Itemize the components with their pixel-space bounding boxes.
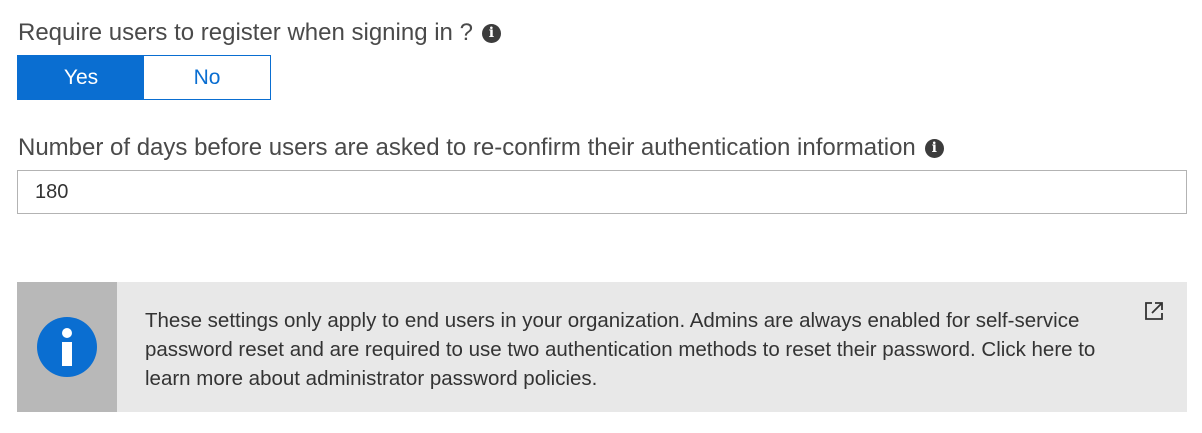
reconfirm-days-input[interactable] (17, 170, 1187, 214)
banner-icon-area (17, 282, 117, 412)
banner-text[interactable]: These settings only apply to end users i… (117, 282, 1105, 412)
reconfirm-setting-label: Number of days before users are asked to… (18, 134, 916, 161)
reconfirm-setting-label-row: Number of days before users are asked to… (18, 131, 944, 165)
external-link-icon[interactable] (1143, 300, 1165, 322)
register-setting-label-row: Require users to register when signing i… (18, 16, 501, 50)
info-circle-icon (37, 317, 97, 377)
register-toggle: Yes No (17, 55, 271, 100)
info-icon[interactable]: i (924, 138, 944, 158)
info-icon[interactable]: i (481, 23, 501, 43)
toggle-no-button[interactable]: No (144, 56, 270, 99)
register-setting-label: Require users to register when signing i… (18, 19, 473, 46)
settings-panel: Require users to register when signing i… (0, 0, 1202, 433)
toggle-yes-button[interactable]: Yes (18, 56, 144, 99)
info-banner[interactable]: These settings only apply to end users i… (17, 282, 1187, 412)
